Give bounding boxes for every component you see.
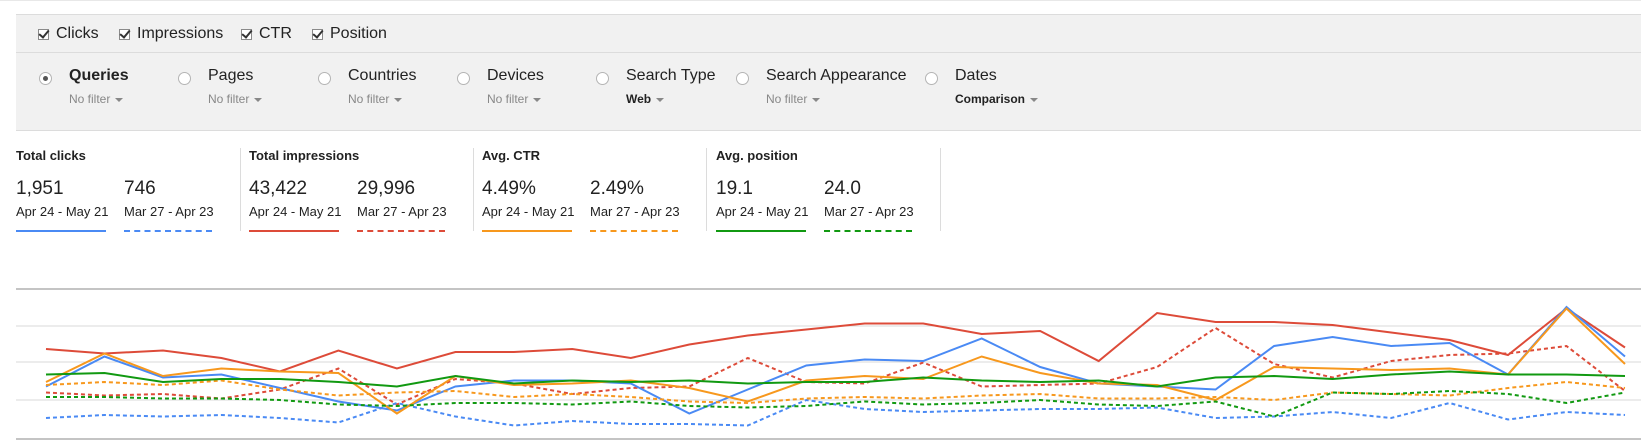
previous-line-swatch [357,230,445,232]
previous-range: Mar 27 - Apr 23 [357,204,447,219]
current-line-swatch [716,230,806,232]
card-title: Avg. position [716,148,798,163]
caret-down-icon [656,97,665,102]
dimension-search-type-label: Search Type [626,67,716,84]
search-type-filter-dropdown[interactable]: Web [626,92,665,106]
performance-line-chart [16,288,1641,440]
search-appearance-filter-dropdown[interactable]: No filter [766,92,821,106]
impressions-checkbox-label: Impressions [137,25,224,42]
top-divider [0,0,1641,1]
dimension-queries-label: Queries [69,67,129,84]
current-range: Apr 24 - May 21 [716,204,809,219]
current-value: 43,422 [249,178,308,199]
check-icon [312,28,323,40]
current-range: Apr 24 - May 21 [482,204,575,219]
caret-down-icon [533,97,542,102]
devices-filter-value: No filter [487,92,529,106]
caret-down-icon [394,97,403,102]
previous-range: Mar 27 - Apr 23 [590,204,680,219]
previous-range: Mar 27 - Apr 23 [824,204,914,219]
countries-filter-dropdown[interactable]: No filter [348,92,403,106]
current-value: 4.49% [482,178,536,199]
dimension-pages-label: Pages [208,67,254,84]
dimension-devices-label: Devices [487,67,544,84]
previous-value: 29,996 [357,178,416,199]
previous-value: 24.0 [824,178,861,199]
current-range: Apr 24 - May 21 [16,204,109,219]
radio-icon[interactable] [318,72,331,85]
devices-filter-dropdown[interactable]: No filter [487,92,542,106]
card-divider [940,148,941,231]
radio-icon[interactable] [596,72,609,85]
card-title: Total impressions [249,148,360,163]
previous-value: 2.49% [590,178,644,199]
current-line-swatch [482,230,572,232]
radio-icon[interactable] [736,72,749,85]
ctr-checkbox[interactable]: CTR [241,25,292,43]
radio-selected-icon[interactable] [39,72,52,85]
previous-range: Mar 27 - Apr 23 [124,204,214,219]
card-divider [473,148,474,231]
position-checkbox[interactable]: Position [312,25,387,43]
previous-line-swatch [124,230,212,232]
card-divider [240,148,241,231]
dimension-countries-label: Countries [348,67,417,84]
radio-icon[interactable] [178,72,191,85]
radio-icon[interactable] [457,72,470,85]
dimension-dates-label: Dates [955,67,997,84]
pages-filter-dropdown[interactable]: No filter [208,92,263,106]
search-type-filter-value: Web [626,92,652,106]
check-icon [119,28,130,40]
check-icon [38,28,49,40]
current-line-swatch [249,230,339,232]
metrics-toggle-bar: Clicks Impressions CTR Position [16,14,1641,53]
current-range: Apr 24 - May 21 [249,204,342,219]
card-title: Avg. CTR [482,148,541,163]
ctr-checkbox-label: CTR [259,25,292,42]
pages-filter-value: No filter [208,92,250,106]
card-title: Total clicks [16,148,86,163]
clicks-checkbox[interactable]: Clicks [38,25,99,43]
card-divider [706,148,707,231]
clicks-checkbox-label: Clicks [56,25,99,42]
check-icon [241,28,252,40]
series-line-3 [45,398,1626,427]
caret-down-icon [1030,97,1039,102]
previous-line-swatch [590,230,678,232]
caret-down-icon [812,97,821,102]
caret-down-icon [115,97,124,102]
dates-filter-dropdown[interactable]: Comparison [955,92,1039,106]
search-appearance-filter-value: No filter [766,92,808,106]
current-value: 1,951 [16,178,64,199]
dimension-filters: Queries No filter Pages No filter Countr… [16,53,1641,131]
current-value: 19.1 [716,178,753,199]
queries-filter-value: No filter [69,92,111,106]
impressions-checkbox[interactable]: Impressions [119,25,223,43]
current-line-swatch [16,230,106,232]
radio-icon[interactable] [925,72,938,85]
dates-filter-value: Comparison [955,92,1026,106]
countries-filter-value: No filter [348,92,390,106]
queries-filter-dropdown[interactable]: No filter [69,92,124,106]
dimension-search-appearance-label: Search Appearance [766,67,907,84]
previous-line-swatch [824,230,912,232]
position-checkbox-label: Position [330,25,387,42]
previous-value: 746 [124,178,156,199]
caret-down-icon [254,97,263,102]
